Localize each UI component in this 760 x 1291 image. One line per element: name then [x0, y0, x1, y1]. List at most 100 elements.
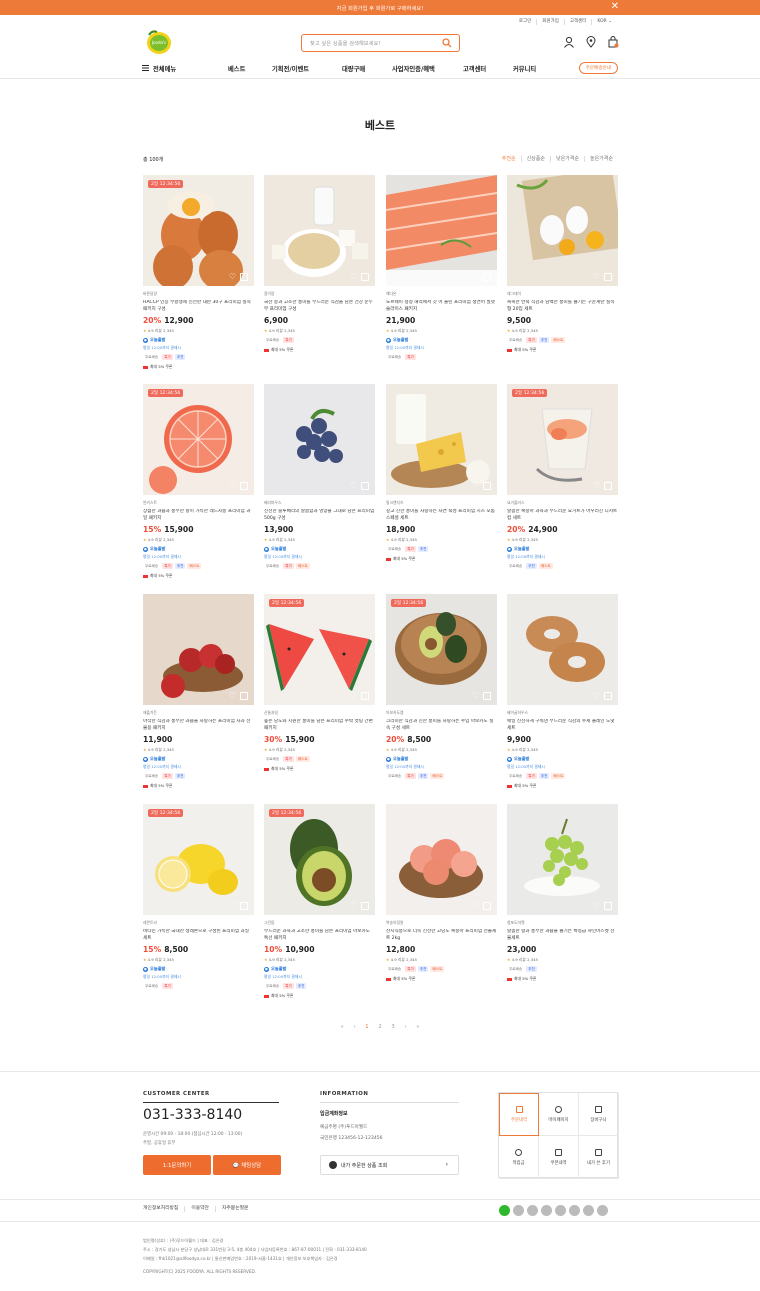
product-name[interactable]: 매일 신선하게 구워낸 부드러운 식감의 수제 플레인 도넛 세트 [507, 719, 618, 732]
product-image[interactable]: 2일 12:34:56 ♡ [264, 804, 375, 915]
quick-reviews[interactable]: 내가 쓴 후기 [579, 1136, 619, 1179]
product-card[interactable]: 2일 12:34:56 ♡ 산들과일 높은 당도와 시원한 풍미를 담은 프리미엄 수… [264, 594, 375, 772]
product-name[interactable]: 비타민 가득한 국내산 생레몬으로 구성된 프리미엄 과일 세트 [143, 929, 254, 942]
product-name[interactable]: 높은 당도와 시원한 풍미를 담은 프리미엄 수박 컷팅 간편 패키지 [264, 719, 375, 732]
product-name[interactable]: 깊고 진한 풍미를 자랑하는 자연 숙성 프리미엄 치즈 모둠 스페셜 세트 [386, 509, 497, 522]
cart-add-icon[interactable] [361, 273, 369, 281]
faq-link[interactable]: 자주묻는질문 [214, 1206, 254, 1212]
product-card[interactable]: ♡ 베이글하우스 매일 신선하게 구워낸 부드러운 식감의 수제 플레인 도넛 세트… [507, 594, 618, 789]
close-icon[interactable]: ✕ [611, 1, 619, 13]
product-image[interactable]: ♡ [507, 804, 618, 915]
cart-add-icon[interactable] [361, 482, 369, 490]
product-card[interactable]: 2일 12:34:56 ♡ 아보카도랩 크리미한 식감과 진한 풍미를 자랑하는 수입… [386, 594, 497, 779]
product-card[interactable]: ♡ 밀크앤치즈 깊고 진한 풍미를 자랑하는 자연 숙성 프리미엄 치즈 모둠 스페… [386, 384, 497, 562]
cart-add-icon[interactable] [483, 273, 491, 281]
quick-orders[interactable]: 주문내역 [499, 1093, 539, 1136]
product-card[interactable]: 2일 12:34:56 ♡ 레몬트리 비타민 가득한 국내산 생레몬으로 구성된 프리… [143, 804, 254, 989]
heart-icon[interactable]: ♡ [350, 901, 357, 910]
cart-add-icon[interactable] [240, 692, 248, 700]
cart-add-icon[interactable] [483, 692, 491, 700]
product-name[interactable]: 신선한 블루베리의 달콤함과 영양을 그대로 담은 프리미엄 500g 구성 [264, 509, 375, 522]
logo[interactable]: Jooda's [143, 29, 173, 55]
product-image[interactable]: ♡ [264, 175, 375, 286]
product-name[interactable]: HACCP 인증 무항생제 신선란 대란 30구 프리미엄 실속 패키지 구성 [143, 300, 254, 313]
prev-page-button[interactable]: ‹ [353, 1024, 355, 1030]
nav-bulk[interactable]: 대량구매 [342, 64, 392, 73]
heart-icon[interactable]: ♡ [229, 901, 236, 910]
product-name[interactable]: 크리미한 식감과 진한 풍미를 자랑하는 수입 아보카도 실속 구성 세트 [386, 719, 497, 732]
heart-icon[interactable]: ♡ [593, 272, 600, 281]
product-card[interactable]: ♡ 베리파우스 신선한 블루베리의 달콤함과 영양을 그대로 담은 프리미엄 500… [264, 384, 375, 569]
location-icon[interactable] [585, 36, 597, 48]
heart-icon[interactable]: ♡ [229, 272, 236, 281]
product-card[interactable]: ♡ 콩이랑 국산 콩과 고소한 풍미를 부드러운 식감을 담은 건강 순두부 프리미… [264, 175, 375, 353]
product-card[interactable]: ♡ 청포도마켓 달콤한 향과 풍부한 과즙을 즐기는 특등급 샤인머스켓 선물세트 2… [507, 804, 618, 982]
cart-add-icon[interactable] [604, 692, 612, 700]
product-card[interactable]: ♡ 애플가든 아삭한 식감과 풍부한 과즙을 자랑하는 프리미엄 사과 선물용 패키… [143, 594, 254, 789]
product-image[interactable]: 2일 12:34:56 ♡ [143, 384, 254, 495]
shipping-guide-button[interactable]: 주문배송안내 [578, 62, 618, 74]
product-image[interactable]: ♡ [264, 384, 375, 495]
heart-icon[interactable]: ♡ [350, 272, 357, 281]
privacy-link[interactable]: 개인정보처리방침 [143, 1206, 184, 1212]
blog-icon[interactable] [541, 1205, 552, 1216]
cart-add-icon[interactable] [604, 902, 612, 910]
product-card[interactable]: 2일 12:34:56 ♡ 그린팜 부드러운 과육과 고소한 풍미를 담은 프리미엄 … [264, 804, 375, 999]
heart-icon[interactable]: ♡ [350, 691, 357, 700]
nav-best[interactable]: 베스트 [228, 64, 272, 73]
heart-icon[interactable]: ♡ [472, 691, 479, 700]
cart-add-icon[interactable] [361, 902, 369, 910]
heart-icon[interactable]: ♡ [350, 481, 357, 490]
facebook-icon[interactable] [583, 1205, 594, 1216]
quick-mypage[interactable]: 마이페이지 [539, 1093, 579, 1136]
product-card[interactable]: 2일 12:34:56 ♡ 바른달걀 HACCP 인증 무항생제 신선란 대란 30구… [143, 175, 254, 370]
search-input[interactable]: 찾고 싶은 상품을 검색해보세요! [310, 39, 381, 47]
login-link[interactable]: 로그인 [514, 19, 536, 25]
product-name[interactable]: 국산 콩과 고소한 풍미를 부드러운 식감을 담은 건강 순두부 프리미엄 구성 [264, 300, 375, 313]
post-icon[interactable] [569, 1205, 580, 1216]
product-card[interactable]: 2일 12:34:56 ♡ 썬키스트 상큼한 과즙과 풍부한 향이 가득한 레드자몽 … [143, 384, 254, 579]
chat-button[interactable]: 💬 채팅상담 [213, 1155, 281, 1175]
last-page-button[interactable]: » [416, 1024, 419, 1030]
all-menu-button[interactable]: 전체메뉴 [142, 64, 226, 73]
twitter-icon[interactable] [597, 1205, 608, 1216]
cart-add-icon[interactable] [604, 482, 612, 490]
instagram-icon[interactable] [527, 1205, 538, 1216]
cart-add-icon[interactable] [240, 273, 248, 281]
next-page-button[interactable]: › [404, 1024, 406, 1030]
product-image[interactable]: ♡ [143, 594, 254, 705]
naver-icon[interactable] [499, 1205, 510, 1216]
sort-newest[interactable]: 신상품순 [520, 156, 550, 162]
product-card[interactable]: ♡ 해다온 노르웨이 청정 해역에서 갓 어 올린 프리미엄 생연어 필렛 슬라이스… [386, 175, 497, 360]
product-name[interactable]: 아삭한 식감과 풍부한 과즙을 자랑하는 프리미엄 사과 선물용 패키지 [143, 719, 254, 732]
product-name[interactable]: 촉촉한 반숙 식감과 담백한 풍미를 즐기는 구운계란 실속형 20입 세트 [507, 300, 618, 313]
customer-center-link[interactable]: 고객센터 [563, 19, 592, 25]
quick-points[interactable]: 적립금 [499, 1136, 539, 1179]
quick-coupons[interactable]: 쿠폰내역 [539, 1136, 579, 1179]
language-select[interactable]: KOR ⌄ [591, 19, 617, 25]
first-page-button[interactable]: « [341, 1024, 344, 1030]
product-name[interactable]: 달콤한 향과 풍부한 과즙을 즐기는 특등급 샤인머스켓 선물세트 [507, 929, 618, 942]
nav-business[interactable]: 사업자인증/혜택 [392, 64, 463, 73]
product-name[interactable]: 상큼한 과즙과 풍부한 향이 가득한 레드자몽 프리미엄 과일 패키지 [143, 509, 254, 522]
nav-events[interactable]: 기획전/이벤트 [272, 64, 342, 73]
heart-icon[interactable]: ♡ [593, 901, 600, 910]
search-box[interactable]: 찾고 싶은 상품을 검색해보세요! [301, 34, 460, 52]
product-image[interactable]: 2일 12:34:56 ♡ [264, 594, 375, 705]
order-lookup-button[interactable]: 내가 주문한 상품 조회 › [320, 1155, 459, 1175]
cart-add-icon[interactable] [361, 692, 369, 700]
product-name[interactable]: 산지직송으로 더욱 신선한 고당도 복숭아 프리미엄 선물세트 2kg [386, 929, 497, 942]
cart-add-icon[interactable] [604, 273, 612, 281]
nav-community[interactable]: 커뮤니티 [513, 64, 553, 73]
product-card[interactable]: ♡ 복숭아정원 산지직송으로 더욱 신선한 고당도 복숭아 프리미엄 선물세트 2k… [386, 804, 497, 982]
heart-icon[interactable]: ♡ [472, 272, 479, 281]
product-card[interactable]: 2일 12:34:56 ♡ 요거플러스 달콤한 복숭아 과육과 부드러운 요거트가 어… [507, 384, 618, 569]
heart-icon[interactable]: ♡ [593, 691, 600, 700]
cart-icon[interactable] [607, 36, 619, 48]
product-image[interactable]: 2일 12:34:56 ♡ [386, 594, 497, 705]
product-image[interactable]: ♡ [386, 384, 497, 495]
heart-icon[interactable]: ♡ [229, 691, 236, 700]
heart-icon[interactable]: ♡ [593, 481, 600, 490]
cart-add-icon[interactable] [483, 482, 491, 490]
heart-icon[interactable]: ♡ [472, 481, 479, 490]
